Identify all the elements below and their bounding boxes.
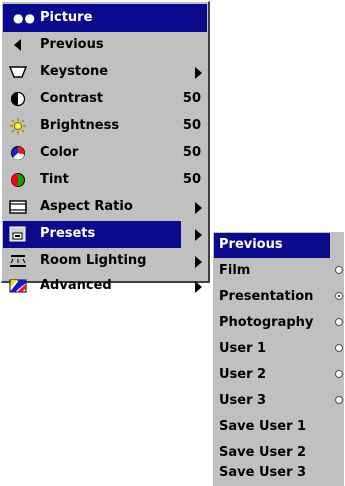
menu-title: Picture	[40, 10, 93, 25]
advanced-icon	[9, 278, 27, 294]
submenu-item-film[interactable]: Film	[214, 259, 345, 284]
aspect-ratio-icon	[9, 199, 27, 215]
brightness-sun-icon	[9, 118, 27, 134]
submenu-item-user-3[interactable]: User 3	[214, 389, 345, 414]
submenu-item-previous[interactable]: Previous	[214, 233, 330, 258]
menu-item-contrast[interactable]: Contrast 50	[3, 86, 207, 113]
menu-item-room-lighting[interactable]: Room Lighting	[3, 248, 207, 275]
submenu-item-user-2[interactable]: User 2	[214, 363, 345, 388]
menu-item-color[interactable]: Color 50	[3, 140, 207, 167]
presets-submenu: Previous Film Presentation Photography U…	[212, 231, 344, 486]
submenu-item-save-user-1[interactable]: Save User 1	[214, 415, 345, 440]
radio-button[interactable]	[335, 370, 343, 378]
presets-icon	[9, 226, 27, 242]
radio-button[interactable]	[335, 344, 343, 352]
menu-item-aspect-ratio[interactable]: Aspect Ratio	[3, 194, 207, 221]
back-arrow-icon	[9, 37, 27, 53]
submenu-arrow-icon	[195, 202, 202, 214]
radio-button[interactable]	[335, 266, 343, 274]
submenu-item-user-1[interactable]: User 1	[214, 337, 345, 362]
radio-button[interactable]	[335, 318, 343, 326]
submenu-item-presentation[interactable]: Presentation	[214, 285, 345, 310]
menu-item-tint[interactable]: Tint 50	[3, 167, 207, 194]
contrast-icon	[9, 91, 27, 107]
submenu-arrow-icon	[195, 67, 202, 79]
tint-icon	[9, 172, 27, 188]
menu-dots-icon: ●●	[13, 11, 36, 25]
submenu-item-save-user-3[interactable]: Save User 3	[214, 461, 345, 486]
menu-item-brightness[interactable]: Brightness 50	[3, 113, 207, 140]
menu-item-advanced[interactable]: Advanced	[3, 273, 207, 300]
submenu-arrow-icon	[195, 229, 202, 241]
menu-item-keystone[interactable]: Keystone	[3, 59, 207, 86]
room-lighting-icon	[9, 253, 27, 269]
color-icon	[9, 145, 27, 161]
radio-button-selected[interactable]	[335, 292, 343, 300]
menu-item-presets[interactable]: Presets	[3, 221, 181, 248]
menu-title-bar: ●● Picture	[3, 4, 207, 32]
submenu-arrow-icon	[195, 256, 202, 268]
radio-button[interactable]	[335, 396, 343, 404]
menu-item-previous[interactable]: Previous	[3, 32, 207, 59]
picture-menu: ●● Picture Previous Keystone Contrast 50	[1, 1, 210, 293]
keystone-icon	[8, 64, 28, 80]
submenu-item-photography[interactable]: Photography	[214, 311, 345, 336]
submenu-arrow-icon	[195, 281, 202, 293]
